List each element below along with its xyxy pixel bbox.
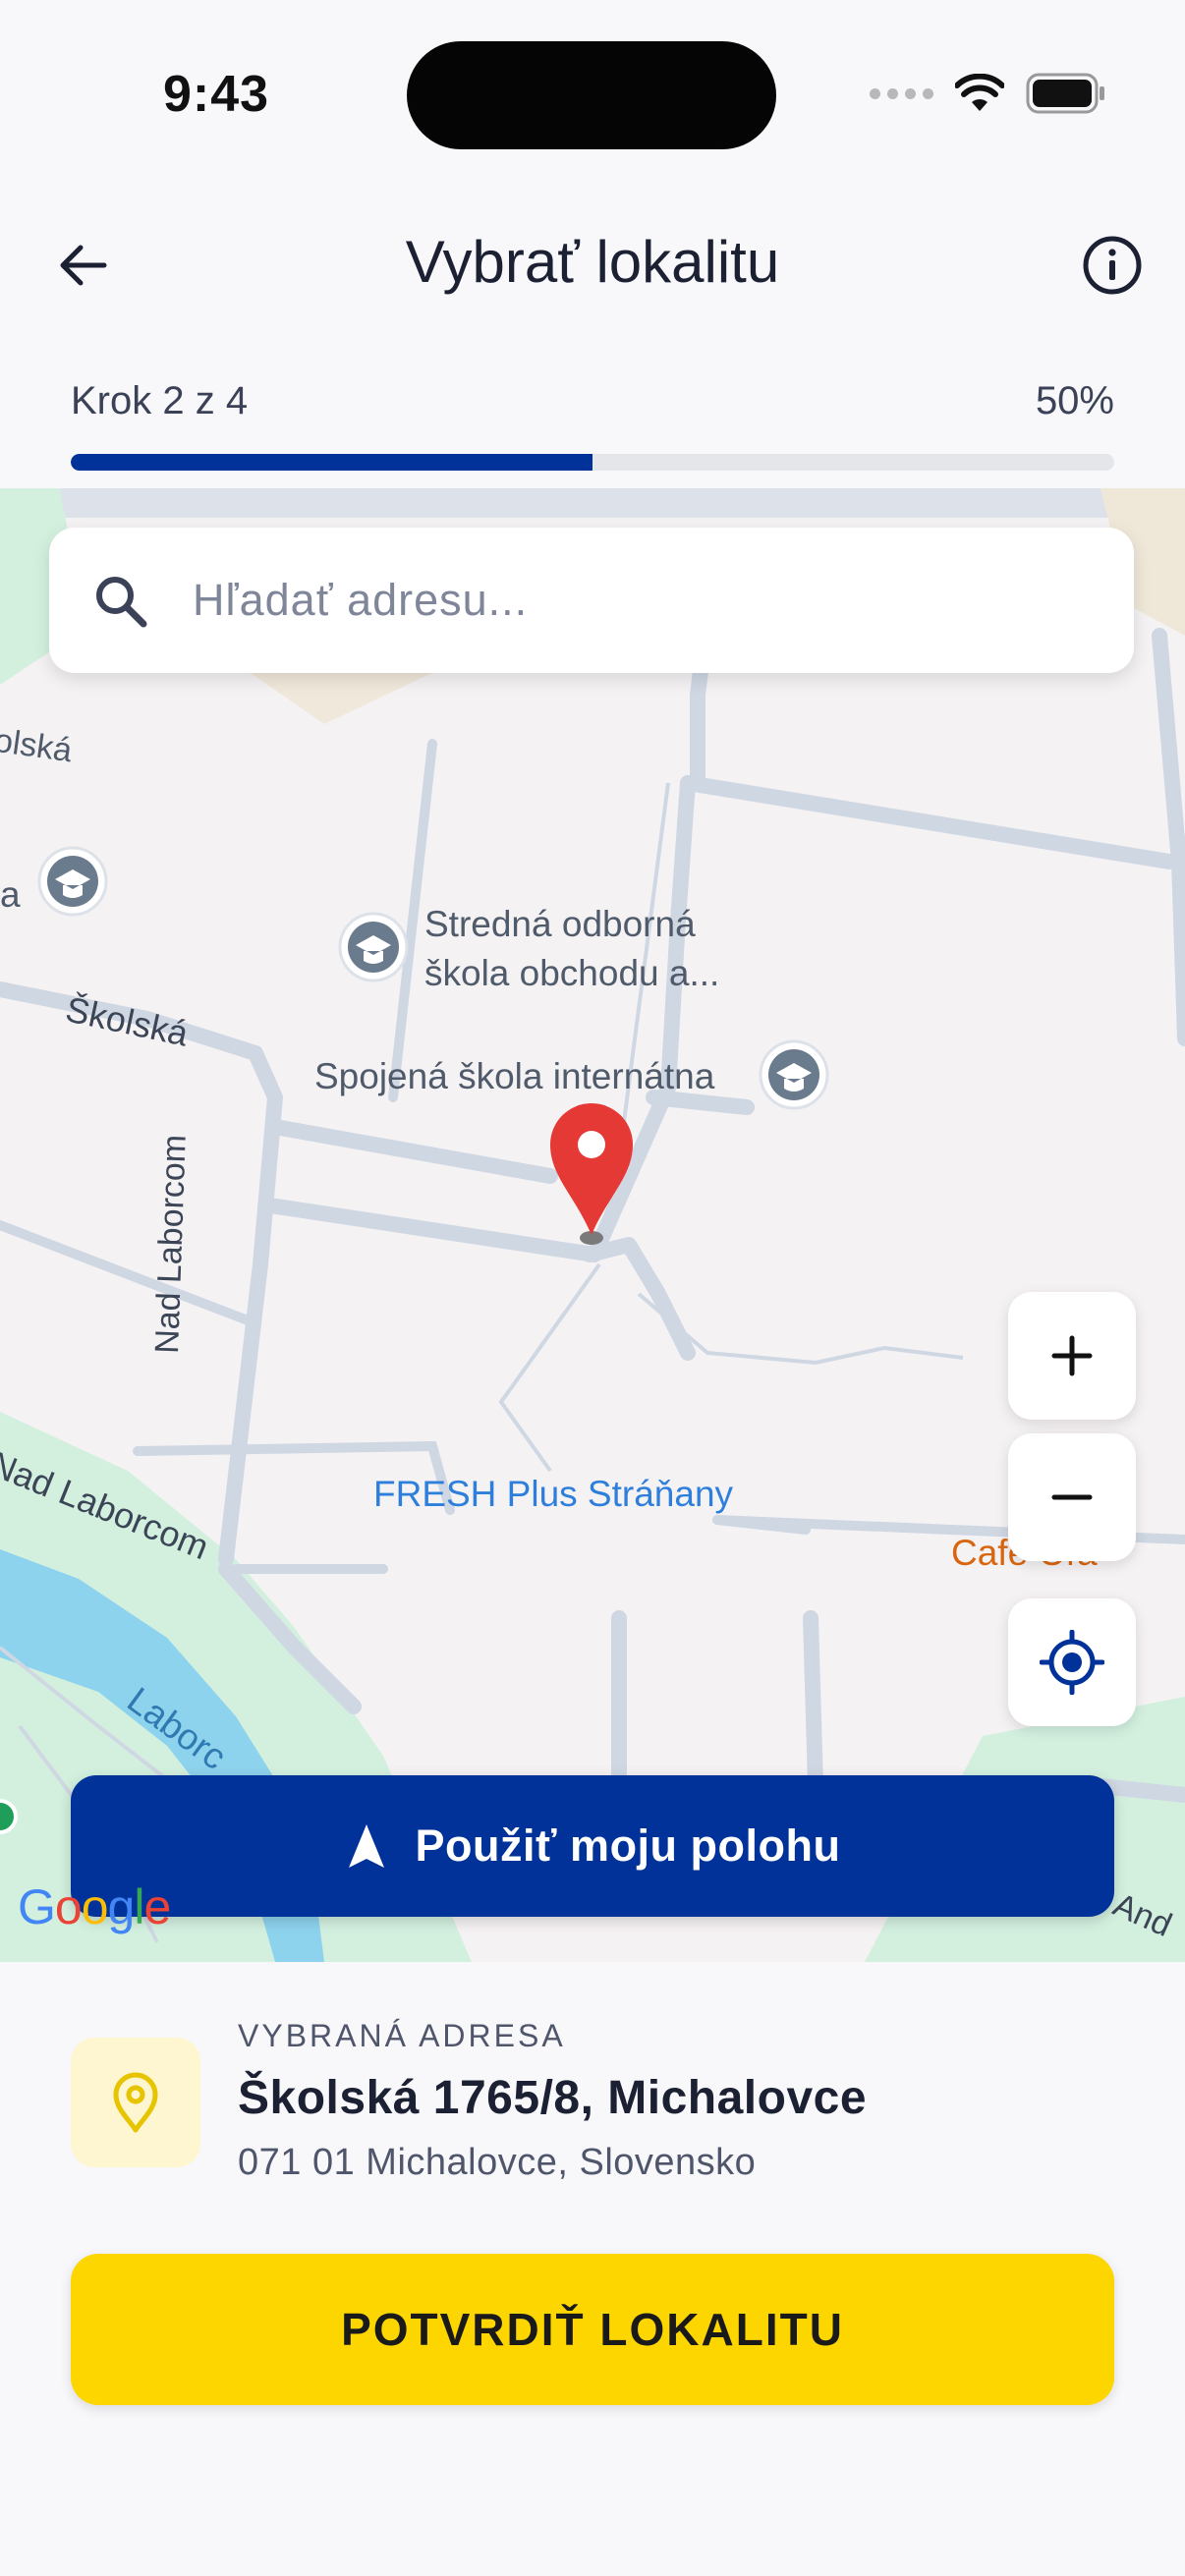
poi-label: škola obchodu a...: [424, 953, 720, 993]
selected-address-city: 071 01 Michalovce, Slovensko: [238, 2142, 757, 2183]
school-poi-icon: [338, 912, 409, 982]
plus-icon: [1051, 1335, 1093, 1376]
google-attribution-logo: Google: [18, 1879, 171, 1934]
recenter-button[interactable]: [1008, 1598, 1136, 1726]
map-pin-icon: [113, 2072, 158, 2133]
address-icon-badge: [71, 2038, 200, 2167]
confirm-location-label: POTVRDIŤ LOKALITU: [341, 2304, 844, 2355]
minus-icon: [1051, 1494, 1093, 1500]
progress-percent: 50%: [1035, 379, 1114, 422]
crosshair-icon: [1040, 1630, 1104, 1695]
step-label: Krok 2 z 4: [71, 379, 249, 422]
street-label: Nad Laborcom: [147, 1134, 194, 1355]
map-view[interactable]: olská a Školská Stredná odborná škola ob…: [0, 488, 1185, 1962]
cellular-signal-icon: [870, 87, 933, 99]
status-bar: 9:43: [0, 0, 1185, 187]
dynamic-island: [407, 41, 776, 149]
search-bar[interactable]: [49, 528, 1134, 673]
info-icon: [1083, 236, 1142, 295]
confirm-location-button[interactable]: POTVRDIŤ LOKALITU: [71, 2254, 1114, 2405]
school-poi-icon: [37, 846, 108, 917]
status-icons: [870, 69, 1106, 118]
zoom-in-button[interactable]: [1008, 1292, 1136, 1420]
selected-address-caption: VYBRANÁ ADRESA: [238, 2018, 566, 2053]
selected-address-street: Školská 1765/8, Michalovce: [238, 2072, 868, 2124]
use-my-location-button[interactable]: Použiť moju polohu: [71, 1775, 1114, 1917]
use-my-location-label: Použiť moju polohu: [415, 1820, 841, 1871]
search-icon: [88, 569, 151, 632]
status-time: 9:43: [163, 66, 270, 123]
poi-label: Stredná odborná: [424, 904, 696, 944]
zoom-out-button[interactable]: [1008, 1433, 1136, 1561]
progress-bar: [71, 454, 1114, 471]
navigation-arrow-icon: [348, 1824, 384, 1868]
poi-label: a: [0, 874, 21, 915]
info-button[interactable]: [1073, 226, 1152, 305]
poi-label: FRESH Plus Stráňany: [373, 1474, 734, 1514]
page-title: Vybrať lokalitu: [405, 229, 780, 295]
battery-icon: [1026, 73, 1104, 114]
search-input[interactable]: [191, 574, 1079, 627]
wifi-icon: [955, 74, 1004, 111]
progress-bar-fill: [71, 454, 592, 471]
poi-label: Spojená škola internátna: [314, 1056, 715, 1096]
app-header: Vybrať lokalitu: [0, 196, 1185, 334]
school-poi-icon: [759, 1039, 829, 1110]
location-pin-icon: [550, 1103, 633, 1245]
